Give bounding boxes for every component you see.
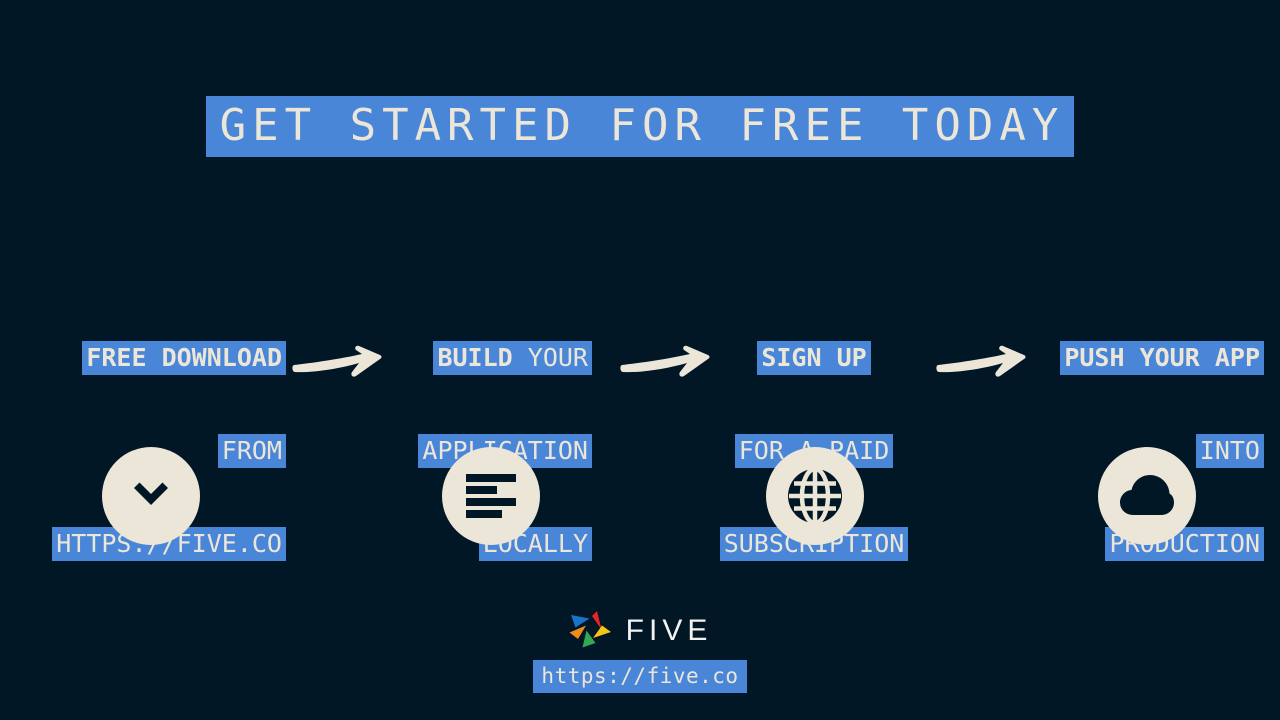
step-1-line-2: FROM [217, 433, 286, 468]
five-logo-wordmark: FIVE [625, 614, 713, 647]
icon-circle-signup [766, 447, 864, 545]
arrow-right-icon [936, 345, 1026, 377]
arrow-right-icon [620, 345, 710, 377]
five-logo-mark-icon [569, 611, 611, 648]
icon-circle-download [102, 447, 200, 545]
footer-url-wrap: https://five.co [0, 660, 1280, 693]
five-logo: FIVE [0, 606, 1280, 654]
arrow-step1-to-step2 [292, 332, 384, 388]
step-2-line-2: YOUR [527, 342, 588, 372]
globe-icon [788, 467, 842, 525]
chevron-down-icon [134, 482, 168, 505]
arrow-step3-to-step4 [936, 332, 1028, 388]
document-lines-icon [466, 474, 516, 518]
footer-url[interactable]: https://five.co [533, 660, 747, 693]
step-4-line-2: INTO [1195, 433, 1264, 468]
arrow-step2-to-step3 [620, 332, 712, 388]
page-title: GET STARTED FOR FREE TODAY [205, 96, 1075, 157]
step-2-line-1: BUILD [437, 342, 513, 372]
step-1-line-1: FREE DOWNLOAD [82, 340, 286, 375]
footer: FIVE https://five.co [0, 606, 1280, 693]
icon-circle-build [442, 447, 540, 545]
title-banner: GET STARTED FOR FREE TODAY [0, 96, 1280, 157]
arrow-right-icon [292, 345, 382, 377]
icon-circle-push [1098, 447, 1196, 545]
step-3-line-1: SIGN UP [757, 340, 871, 375]
step-4-line-1: PUSH YOUR APP [1060, 340, 1264, 375]
cloud-icon [1120, 475, 1174, 515]
